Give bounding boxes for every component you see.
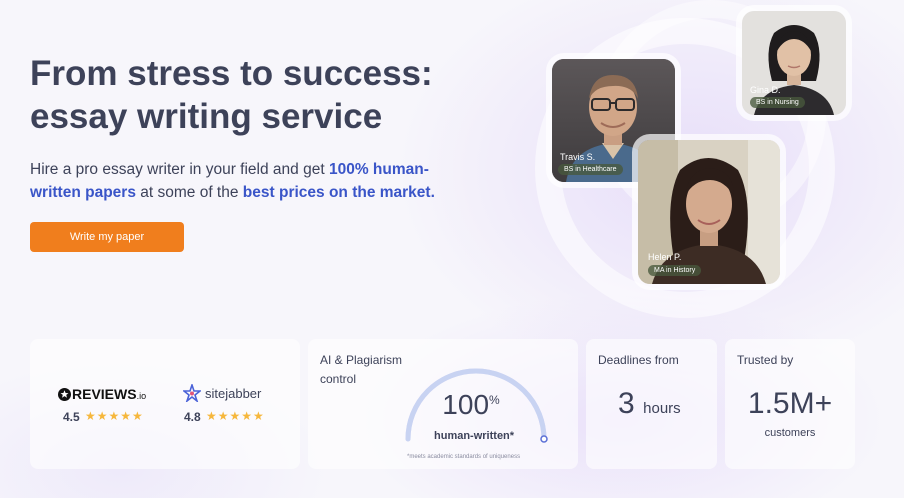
writer-degree-badge: MA in History bbox=[648, 265, 702, 276]
ai-plagiarism-card: AI & Plagiarism control 100% human-writt… bbox=[308, 339, 578, 469]
reviews-card: REVIEWS .io 4.5 ★★★★★ sitejabber 4.8 ★★★★… bbox=[30, 339, 300, 469]
writer-name: Gina D. bbox=[750, 85, 781, 95]
trust-title: Trusted by bbox=[737, 353, 794, 367]
writer-name: Helen P. bbox=[648, 252, 682, 262]
subtitle-highlight: best prices on the market. bbox=[242, 184, 435, 201]
trust-value: 1.5M+ bbox=[747, 387, 833, 420]
reviews-brand-suffix: .io bbox=[136, 391, 147, 401]
writer-card-gina[interactable]: Gina D. BS in Nursing bbox=[742, 11, 846, 115]
reviews-io-rating: 4.5 bbox=[63, 410, 80, 424]
reviews-brand: REVIEWS bbox=[72, 386, 137, 402]
star-rating-icon: ★★★★★ bbox=[85, 409, 144, 423]
sitejabber-rating: 4.8 bbox=[184, 410, 201, 424]
trust-card: Trusted by 1.5M+ customers bbox=[725, 339, 855, 469]
deadline-unit: hours bbox=[643, 400, 681, 417]
trust-label: customers bbox=[764, 427, 816, 439]
ai-label: human-written* bbox=[434, 430, 515, 442]
writer-degree-badge: BS in Healthcare bbox=[558, 164, 623, 175]
write-my-paper-button[interactable]: Write my paper bbox=[30, 222, 184, 252]
sitejabber-logo[interactable]: sitejabber bbox=[183, 384, 261, 402]
subtitle-text: at some of the bbox=[135, 184, 243, 201]
ai-value-number: 100 bbox=[442, 389, 490, 420]
writer-degree-badge: BS in Nursing bbox=[750, 97, 805, 108]
writer-photo bbox=[638, 140, 780, 284]
writer-name: Travis S. bbox=[560, 152, 596, 162]
reviews-io-logo[interactable]: REVIEWS .io bbox=[58, 386, 146, 402]
star-rating-icon: ★★★★★ bbox=[206, 409, 265, 423]
hero-title: From stress to success: essay writing se… bbox=[30, 54, 433, 136]
hero-subtitle: Hire a pro essay writer in your field an… bbox=[30, 158, 450, 204]
deadline-value: 3 hours bbox=[618, 387, 681, 421]
subtitle-text: Hire a pro essay writer in your field an… bbox=[30, 161, 329, 178]
deadline-title: Deadlines from bbox=[598, 353, 679, 367]
deadline-card: Deadlines from 3 hours bbox=[586, 339, 717, 469]
ai-footnote: *meets academic standards of uniqueness bbox=[407, 454, 521, 460]
star-circle-icon bbox=[58, 387, 71, 401]
sitejabber-star-icon bbox=[183, 384, 201, 402]
ai-value: 100% bbox=[308, 389, 578, 421]
deadline-number: 3 bbox=[618, 387, 635, 420]
writer-card-helen[interactable]: Helen P. MA in History bbox=[638, 140, 780, 284]
sitejabber-brand: sitejabber bbox=[205, 385, 262, 401]
ai-value-unit: % bbox=[489, 393, 500, 407]
